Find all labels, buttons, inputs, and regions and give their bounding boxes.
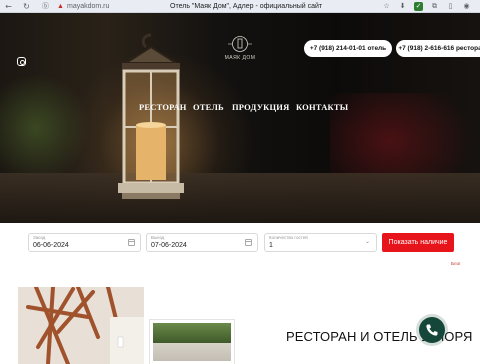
extension-icon[interactable]: ✓ bbox=[414, 2, 423, 11]
calendar-icon[interactable] bbox=[245, 239, 252, 246]
back-icon[interactable]: ← bbox=[4, 2, 13, 11]
extensions-puzzle-icon[interactable]: ⧉ bbox=[430, 2, 439, 11]
menu-item-contacts[interactable]: КОНТАКТЫ bbox=[296, 101, 348, 113]
reload-icon[interactable]: ↻ bbox=[22, 2, 31, 11]
menu-item-products[interactable]: ПРОДУКЦИЯ bbox=[232, 101, 289, 113]
logo-emblem-icon bbox=[228, 36, 252, 52]
checkin-value: 06-06-2024 bbox=[33, 242, 69, 249]
star-icon[interactable]: ☆ bbox=[382, 2, 391, 11]
hero-table bbox=[0, 173, 480, 223]
small-link[interactable]: Блог bbox=[451, 261, 461, 266]
checkout-value: 07-06-2024 bbox=[151, 242, 187, 249]
instagram-icon[interactable] bbox=[17, 57, 26, 66]
guests-value: 1 bbox=[269, 242, 273, 249]
calendar-icon[interactable] bbox=[128, 239, 135, 246]
download-icon[interactable]: ⬇ bbox=[398, 2, 407, 11]
call-button[interactable] bbox=[419, 317, 445, 343]
logo-text: МАЯК ДОМ bbox=[224, 55, 256, 61]
warning-icon[interactable]: ▲ bbox=[56, 2, 65, 11]
checkin-field[interactable]: Заезд 06-06-2024 bbox=[28, 233, 141, 252]
guests-label: Количество гостей bbox=[269, 235, 308, 240]
address-bar-url[interactable]: mayakdom.ru bbox=[67, 1, 109, 12]
restaurant-photo bbox=[18, 287, 144, 364]
guests-select[interactable]: Количество гостей 1 ⌄ bbox=[264, 233, 377, 252]
lantern-icon bbox=[118, 33, 184, 199]
menu-item-restaurant[interactable]: РЕСТОРАН bbox=[139, 101, 187, 113]
page-title: Отель "Маяк Дом", Адлер - официальный са… bbox=[170, 3, 323, 10]
phone-icon bbox=[426, 324, 438, 336]
browser-toolbar: ← ↻ ⓑ ▲ mayakdom.ru Отель "Маяк Дом", Ад… bbox=[0, 0, 480, 13]
hero-banner: МАЯК ДОМ +7 (918) 214-01-01 отель +7 (91… bbox=[0, 13, 480, 223]
wooden-beams-image bbox=[18, 287, 144, 364]
chevron-down-icon[interactable]: ⌄ bbox=[365, 239, 370, 246]
phone-hotel-button[interactable]: +7 (918) 214-01-01 отель bbox=[304, 40, 392, 57]
sidebar-icon[interactable]: ▯ bbox=[446, 2, 455, 11]
menu-item-hotel[interactable]: ОТЕЛЬ bbox=[193, 101, 224, 113]
garden-photo bbox=[150, 320, 234, 364]
extension-badge-icon[interactable]: ⓑ bbox=[41, 2, 50, 11]
hero-foliage bbox=[0, 73, 90, 183]
site-logo[interactable]: МАЯК ДОМ bbox=[222, 35, 258, 61]
show-availability-button[interactable]: Показать наличие bbox=[382, 233, 454, 252]
phone-restaurant-button[interactable]: +7 (918) 2-616-616 ресторан bbox=[396, 40, 480, 57]
garden-image bbox=[153, 323, 231, 361]
profile-icon[interactable]: ◉ bbox=[462, 2, 471, 11]
checkout-field[interactable]: Выезд 07-06-2024 bbox=[146, 233, 258, 252]
